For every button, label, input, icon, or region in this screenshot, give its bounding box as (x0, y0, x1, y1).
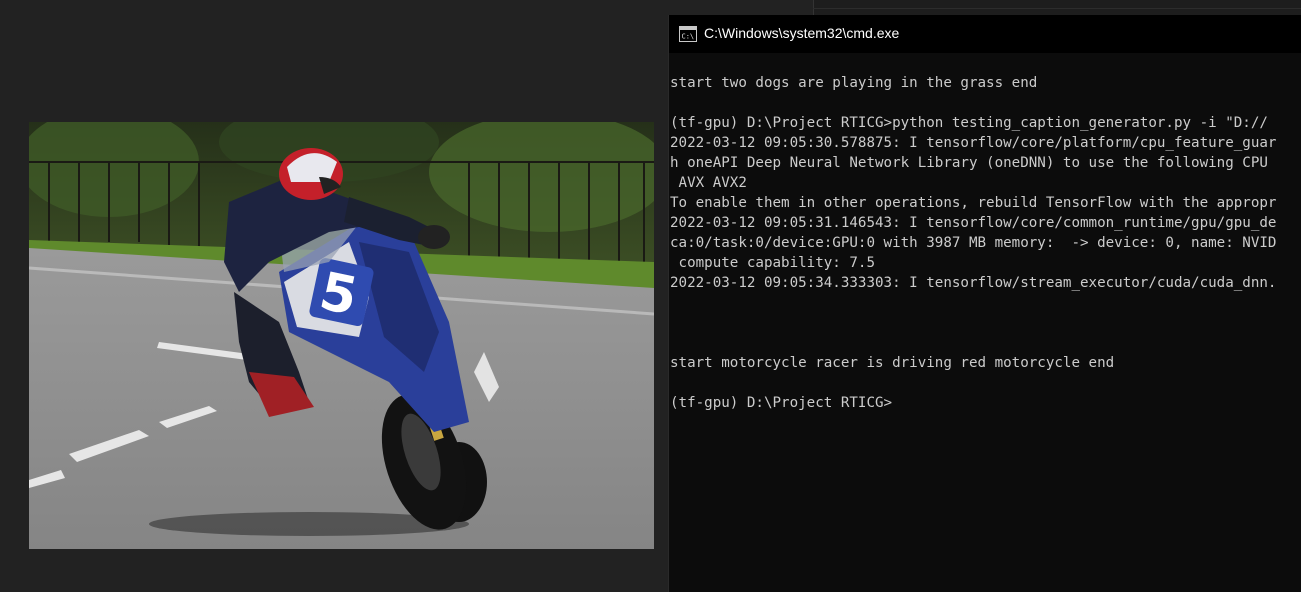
console-line: start motorcycle racer is driving red mo… (670, 355, 1115, 371)
cmd-icon: C:\ (679, 26, 697, 42)
console-prompt[interactable]: (tf-gpu) D:\Project RTICG> (670, 393, 1301, 413)
divider (813, 8, 1301, 9)
photo-illustration: 5 (29, 122, 654, 549)
motorcycle-photo: 5 (29, 122, 654, 549)
background-app-strip (813, 0, 1301, 15)
console-line: h oneAPI Deep Neural Network Library (on… (670, 155, 1268, 171)
console-line: ca:0/task:0/device:GPU:0 with 3987 MB me… (670, 235, 1277, 251)
cmd-window[interactable]: C:\ C:\Windows\system32\cmd.exe start tw… (668, 15, 1301, 592)
console-line: 2022-03-12 09:05:31.146543: I tensorflow… (670, 215, 1277, 231)
console-line: AVX AVX2 (670, 175, 747, 191)
console-line: compute capability: 7.5 (670, 255, 875, 271)
console-output[interactable]: start two dogs are playing in the grass … (670, 73, 1301, 592)
window-title: C:\Windows\system32\cmd.exe (704, 25, 900, 41)
console-line: 2022-03-12 09:05:34.333303: I tensorflow… (670, 275, 1277, 291)
console-line: 2022-03-12 09:05:30.578875: I tensorflow… (670, 135, 1277, 151)
window-titlebar[interactable]: C:\ C:\Windows\system32\cmd.exe (669, 15, 1301, 53)
console-line: start two dogs are playing in the grass … (670, 75, 1038, 91)
console-line: (tf-gpu) D:\Project RTICG>python testing… (670, 115, 1268, 131)
svg-text:C:\: C:\ (682, 33, 695, 41)
console-line: To enable them in other operations, rebu… (670, 195, 1277, 211)
